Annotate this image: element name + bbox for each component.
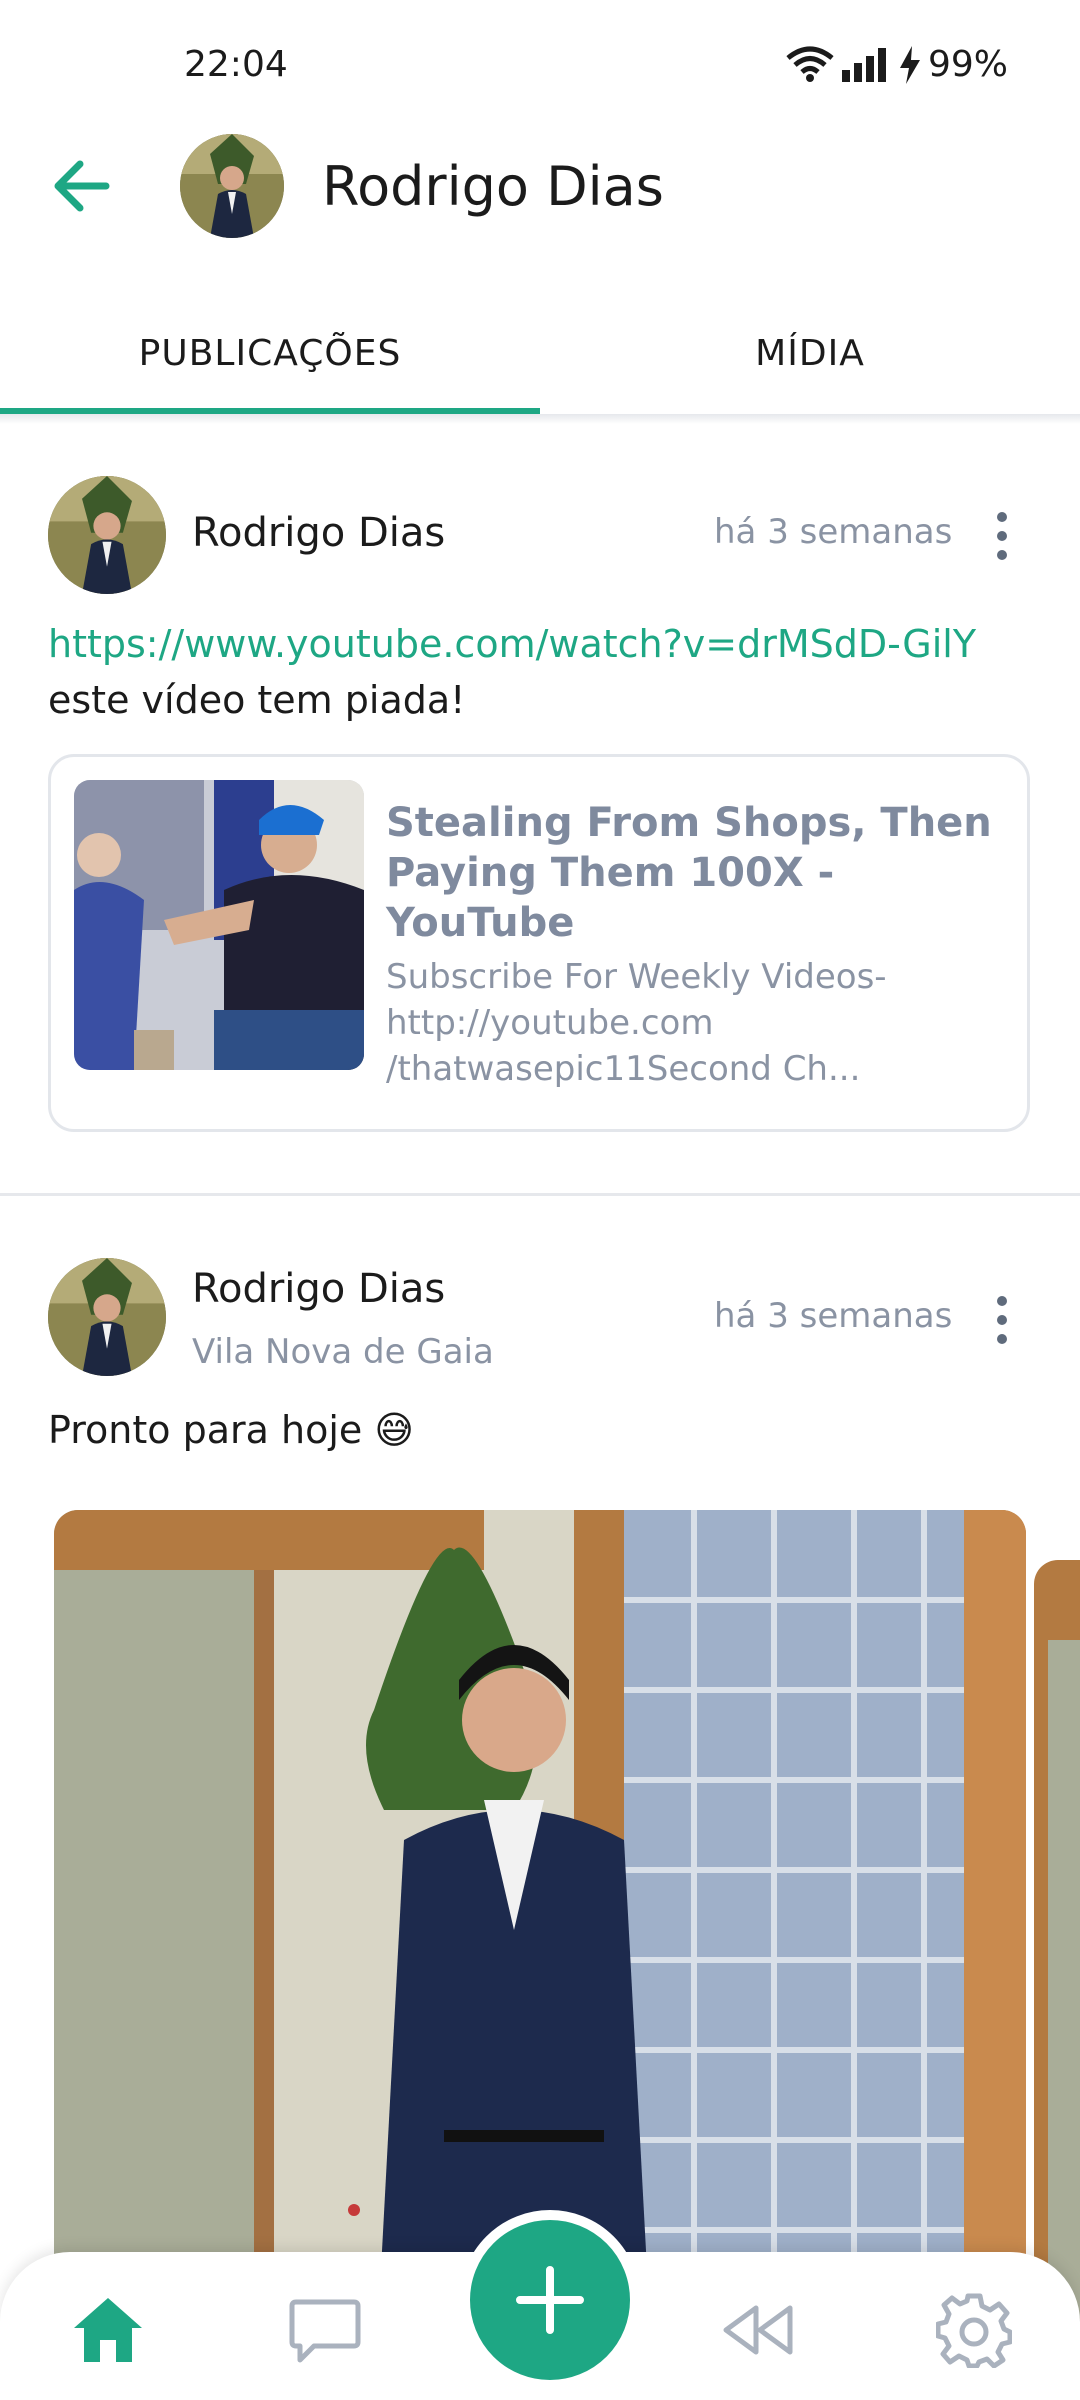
battery-percent: 99%	[928, 44, 1009, 85]
post-time: há 3 semanas	[714, 512, 953, 552]
tab-publications[interactable]: PUBLICAÇÕES	[0, 300, 540, 406]
home-icon	[74, 2298, 142, 2362]
tab-publications-label: PUBLICAÇÕES	[138, 332, 402, 374]
post-text: este vídeo tem piada!	[48, 678, 466, 722]
post-location: Vila Nova de Gaia	[192, 1332, 494, 1372]
tab-divider	[0, 414, 1080, 424]
link-preview-description: Subscribe For Weekly Videos- http://yout…	[386, 957, 887, 1089]
post-time: há 3 semanas	[714, 1296, 953, 1336]
page-title: Rodrigo Dias	[322, 155, 664, 218]
header-avatar[interactable]	[180, 134, 284, 238]
back-button[interactable]	[46, 150, 118, 222]
nav-home-button[interactable]	[70, 2294, 146, 2366]
link-preview-thumbnail	[74, 780, 364, 1070]
nav-chat-button[interactable]	[288, 2296, 362, 2366]
chat-icon	[289, 2299, 361, 2363]
nav-settings-button[interactable]	[935, 2292, 1013, 2369]
link-preview-title: Stealing From Shops, Then Paying Them 10…	[386, 800, 992, 946]
post-text: Pronto para hoje 😅	[48, 1408, 414, 1452]
post-link[interactable]: https://www.youtube.com/watch?v=drMSdD-G…	[48, 622, 976, 666]
arrow-left-icon	[54, 160, 110, 212]
signal-icon	[842, 48, 888, 86]
post-author[interactable]: Rodrigo Dias	[192, 510, 445, 556]
status-time: 22:04	[184, 44, 288, 85]
nav-rewind-button[interactable]	[720, 2300, 796, 2360]
more-options-button[interactable]	[982, 506, 1022, 566]
tab-media-label: MÍDIA	[755, 332, 865, 374]
post-author[interactable]: Rodrigo Dias	[192, 1266, 445, 1312]
charging-icon	[898, 46, 922, 88]
tab-media[interactable]: MÍDIA	[540, 300, 1080, 406]
post-avatar[interactable]	[48, 1258, 166, 1376]
gear-icon	[935, 2293, 1013, 2369]
post-avatar[interactable]	[48, 476, 166, 594]
wifi-icon	[786, 46, 834, 86]
add-post-button[interactable]	[460, 2210, 640, 2390]
rewind-icon	[723, 2305, 793, 2355]
post-divider	[0, 1193, 1080, 1196]
more-options-button[interactable]	[982, 1290, 1022, 1350]
plus-icon	[516, 2266, 584, 2334]
